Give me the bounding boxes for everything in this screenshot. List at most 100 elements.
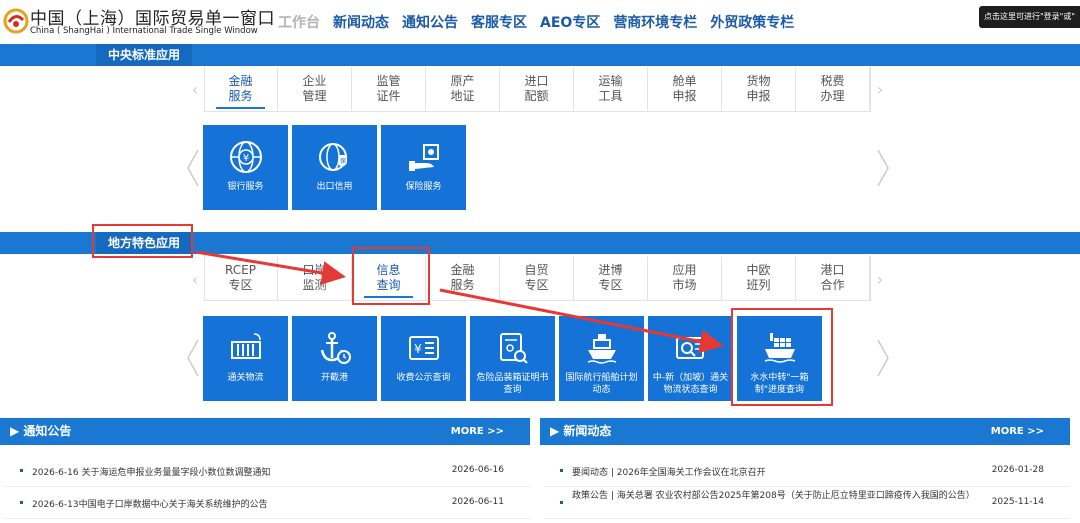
nav-news[interactable]: 新闻动态 [333,12,389,32]
tab-central-certificates[interactable]: 监管 证件 [352,67,426,111]
anchor-clock-icon [320,332,351,364]
local-tabs-next-icon[interactable]: › [874,270,886,290]
tab-label: 进博 [598,263,623,277]
news-header: ▶ 新闻动态 MORE >> [540,418,1070,445]
tab-central-finance[interactable]: 金融 服务 [204,67,278,111]
tab-local-ftz[interactable]: 自贸 专区 [500,256,574,300]
tile-customs-logistics[interactable]: 通关物流 [203,316,288,401]
nav-trade-policy[interactable]: 外贸政策专栏 [710,12,794,32]
central-tiles-prev-icon[interactable] [186,148,200,188]
news-panel: ▶ 新闻动态 MORE >> 要闻动态 | 2026年全国海关工作会议在北京召开… [540,418,1070,523]
nav-business-environment[interactable]: 营商环境专栏 [613,12,697,32]
nav-customer-service[interactable]: 客服专区 [471,12,527,32]
list-item: 2026-6-13中国电子口岸数据中心关于海关系统维护的公告 2026-06-1… [4,487,530,519]
callout-info-query-tab [352,247,430,305]
tile-label: 危险品装箱证明书查询 [476,373,549,395]
tab-local-china-europe-train[interactable]: 中欧 班列 [722,256,796,300]
tab-label: 应用 [672,263,697,277]
tab-label: RCEP [225,263,256,277]
logo-emblem-icon [3,8,29,34]
bullet-icon [560,501,563,504]
tab-label: 专区 [228,278,253,292]
local-tiles-next-icon[interactable] [876,338,890,378]
tab-label: 专区 [524,278,549,292]
local-tiles: 通关物流 开截港 ¥ 收费公示查询 危险品装箱证明书查询 国际航行船舶计划动态 … [203,316,822,401]
tab-central-quota[interactable]: 进口 配额 [500,67,574,111]
callout-water-transfer-tile [731,308,833,406]
news-title-link[interactable]: 要闻动态 | 2026年全国海关工作会议在北京召开 [572,465,766,478]
tab-central-enterprise[interactable]: 企业 管理 [278,67,352,111]
tile-fee-disclosure[interactable]: ¥ 收费公示查询 [381,316,466,401]
fee-list-icon: ¥ [408,336,439,360]
tab-label: 金融 [228,74,253,88]
notice-date: 2026-06-16 [451,465,504,475]
tab-local-port-cooperation[interactable]: 港口 合作 [796,256,870,300]
list-item: 要闻动态 | 2026年全国海关工作会议在北京召开 2026-01-28 [544,455,1070,487]
tab-central-manifest[interactable]: 舱单 申报 [648,67,722,111]
tab-label: 服务 [228,89,253,103]
local-tabs-prev-icon[interactable]: ‹ [189,270,201,290]
tab-local-app-market[interactable]: 应用 市场 [648,256,722,300]
tile-dangerous-goods-query[interactable]: 危险品装箱证明书查询 [470,316,555,401]
central-tabs: 金融 服务 企业 管理 监管 证件 原产 地证 进口 配额 运输 工具 舱单 申报 货物 申报 … [204,67,870,111]
tab-central-transport[interactable]: 运输 工具 [574,67,648,111]
tab-label: 舱单 [672,74,697,88]
news-title-link[interactable]: 政策公告 | 海关总署 农业农村部公告2025年第208号（关于防止厄立特里亚口… [572,490,975,502]
tab-local-port-monitor[interactable]: 口岸 监测 [278,256,352,300]
tab-label: 专区 [598,278,623,292]
insurance-hand-icon [408,144,439,171]
bullet-icon [560,469,563,472]
notice-title-link[interactable]: 2026-6-13中国电子口岸数据中心关于海关系统维护的公告 [32,497,268,510]
nav-workbench[interactable]: 工作台 [278,12,320,32]
notices-title: 通知公告 [23,424,72,438]
tab-central-goods[interactable]: 货物 申报 [722,67,796,111]
tab-label: 中欧 [746,263,771,277]
tile-label: 通关物流 [227,373,264,383]
nav-notices[interactable]: 通知公告 [402,12,458,32]
tab-label: 货物 [746,74,771,88]
tab-local-rcep[interactable]: RCEP 专区 [204,256,278,300]
local-tiles-prev-icon[interactable] [186,338,200,378]
tile-insurance-service[interactable]: 保险服务 [381,125,466,210]
tab-label: 合作 [820,278,845,292]
site-logo[interactable]: 中国（上海）国际贸易单一窗口 China ( ShangHai ) Intern… [0,3,275,39]
tile-label: 中-新（加坡）通关物流状态查询 [652,373,729,395]
tab-label: 自贸 [524,263,549,277]
notices-more-link[interactable]: MORE >> [451,418,504,445]
container-icon [230,333,261,359]
tile-label: 出口信用 [316,182,353,192]
tile-label: 保险服务 [405,182,442,192]
notice-title-link[interactable]: 2026-6-16 关于海运危申报业务量量字段小数位数调整通知 [32,465,270,478]
tab-label: 班列 [746,278,771,292]
tab-central-origin[interactable]: 原产 地证 [426,67,500,111]
tab-central-tax[interactable]: 税费 办理 [796,67,870,111]
tab-label: 办理 [820,89,845,103]
bullet-icon [20,501,23,504]
tab-label: 市场 [672,278,697,292]
tab-label: 企业 [302,74,327,88]
tab-local-ciie[interactable]: 进博 专区 [574,256,648,300]
central-tabs-prev-icon[interactable]: ‹ [189,80,201,100]
nav-aeo[interactable]: AEO专区 [540,12,600,32]
tab-local-finance[interactable]: 金融 服务 [426,256,500,300]
notices-panel: ▶ 通知公告 MORE >> 2026-6-16 关于海运危申报业务量量字段小数… [0,418,530,523]
central-tiles: ¥ 银行服务 保 出口信用 保险服务 [203,125,466,210]
tile-export-credit[interactable]: 保 出口信用 [292,125,377,210]
triangle-icon: ▶ [550,424,564,438]
tab-label: 服务 [450,278,475,292]
tile-cutoff-port[interactable]: 开截港 [292,316,377,401]
main-nav: 工作台 新闻动态 通知公告 客服专区 AEO专区 营商环境专栏 外贸政策专栏 [278,12,807,32]
central-tiles-next-icon[interactable] [876,148,890,188]
central-tabs-next-icon[interactable]: › [874,80,886,100]
svg-text:¥: ¥ [242,153,248,164]
news-more-link[interactable]: MORE >> [991,418,1044,445]
tile-ship-schedule[interactable]: 国际航行船舶计划动态 [559,316,644,401]
tab-label: 证件 [376,89,401,103]
local-tabs: RCEP 专区 口岸 监测 信息 查询 金融 服务 自贸 专区 进博 专区 应用 市场 中欧班… [204,256,870,300]
tile-china-singapore-query[interactable]: 中-新（加坡）通关物流状态查询 [648,316,733,401]
tab-label: 税费 [820,74,845,88]
tile-bank-service[interactable]: ¥ 银行服务 [203,125,288,210]
top-header: 中国（上海）国际贸易单一窗口 China ( ShangHai ) Intern… [0,0,1080,42]
notice-date: 2026-06-11 [451,497,504,507]
login-tooltip: 点击这里可进行"登录"或" [979,6,1080,28]
